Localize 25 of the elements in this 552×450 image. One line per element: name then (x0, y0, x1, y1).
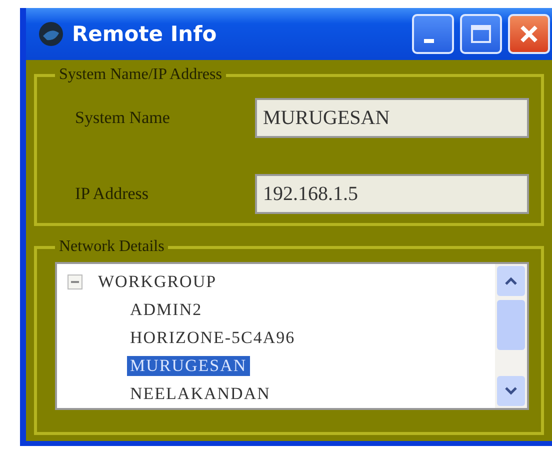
tree-node[interactable]: MURUGESAN (127, 356, 250, 376)
close-icon (518, 23, 540, 45)
maximize-button[interactable] (460, 14, 502, 54)
app-icon (38, 21, 64, 47)
scroll-up-button[interactable] (497, 266, 525, 296)
text-field[interactable]: 192.168.1.5 (255, 174, 529, 214)
scroll-down-button[interactable] (497, 376, 525, 406)
tree-node[interactable]: HORIZONE-5C4A96 (127, 328, 298, 348)
scroll-thumb[interactable] (497, 300, 525, 350)
close-button[interactable] (508, 14, 550, 54)
window-title: Remote Info (72, 22, 217, 46)
tree-node[interactable]: NEELAKANDAN (127, 384, 274, 404)
tree-node[interactable]: ADMIN2 (127, 300, 206, 320)
minimize-button[interactable] (412, 14, 454, 54)
minimize-icon (424, 39, 434, 43)
maximize-icon (470, 24, 492, 44)
field-label: IP Address (74, 184, 150, 204)
caret-up-icon (504, 276, 518, 286)
scrollbar[interactable] (495, 264, 527, 408)
tree-node[interactable]: WORKGROUP (95, 272, 220, 292)
group-title: Network Details (58, 238, 166, 256)
field-label: System Name (74, 108, 171, 128)
caret-down-icon (504, 386, 518, 396)
text-field[interactable]: MURUGESAN (255, 98, 529, 138)
group-title: System Name/IP Address (58, 66, 223, 84)
